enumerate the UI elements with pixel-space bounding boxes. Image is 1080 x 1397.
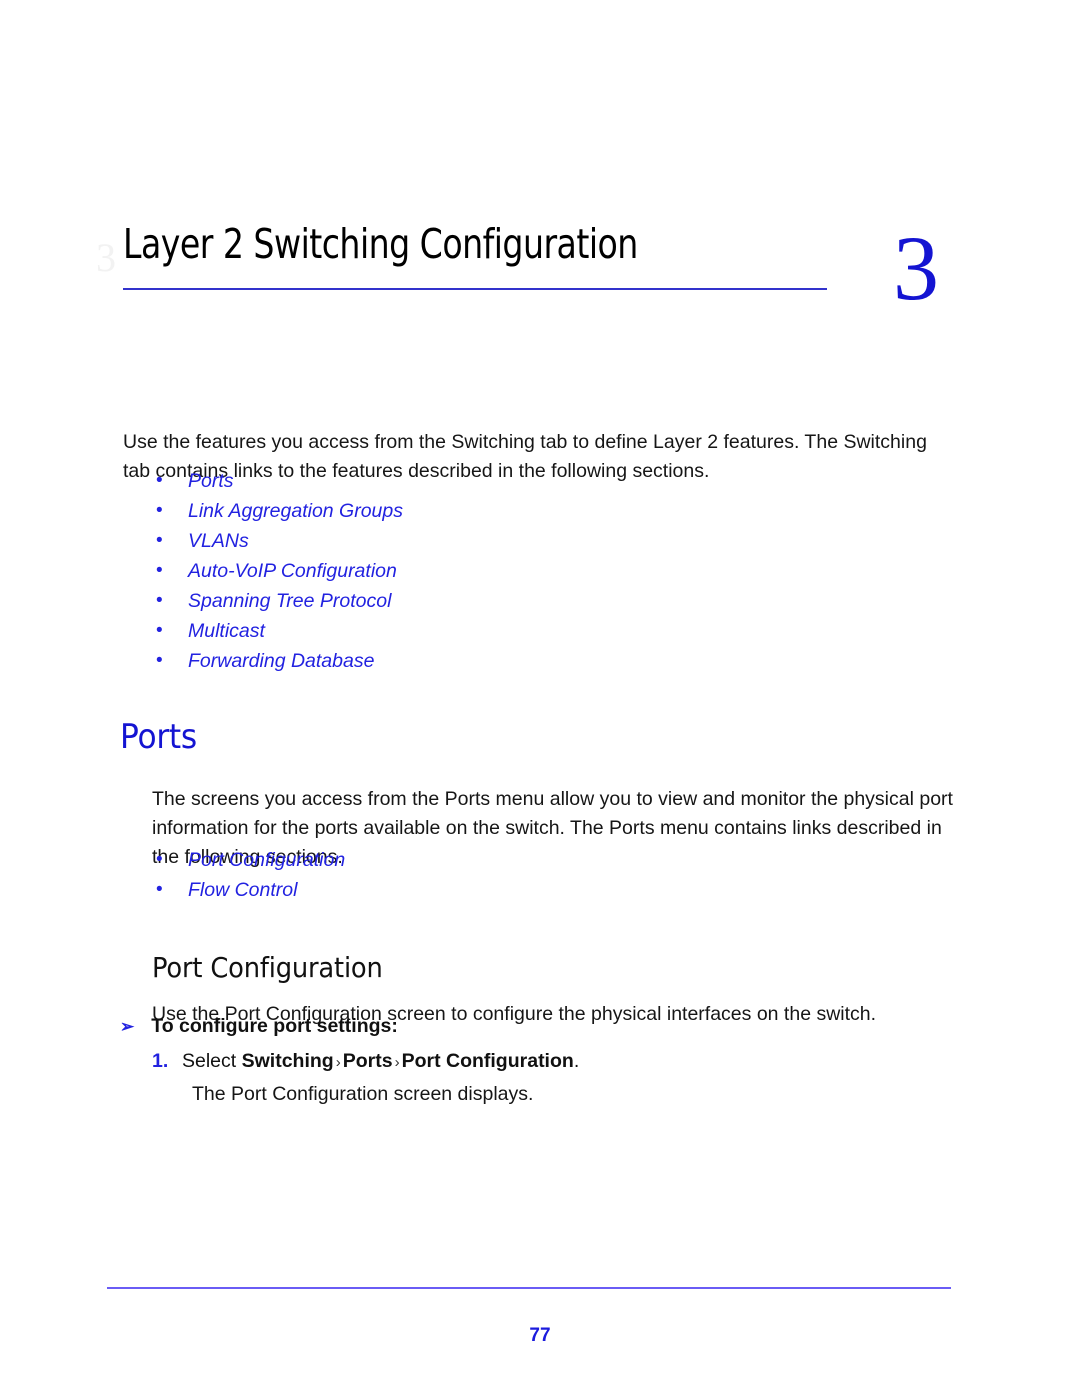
link-label[interactable]: Ports xyxy=(188,470,234,492)
arrow-right-icon: ➢ xyxy=(120,1017,135,1036)
chapter-watermark: 3 xyxy=(96,235,116,280)
chapter-title-rule xyxy=(123,288,827,290)
link-label[interactable]: Port Configuration xyxy=(188,849,345,871)
link-label[interactable]: Link Aggregation Groups xyxy=(188,500,403,522)
link-label[interactable]: Forwarding Database xyxy=(188,650,374,672)
chapter-number: 3 xyxy=(893,217,939,319)
list-item[interactable]: • VLANs xyxy=(152,526,403,556)
link-label[interactable]: Auto-VoIP Configuration xyxy=(188,560,397,582)
bullet-icon: • xyxy=(156,470,163,491)
page-number: 77 xyxy=(529,1325,551,1346)
crumb-separator-icon: › xyxy=(394,1054,400,1071)
procedure-heading: ➢ To configure port settings: xyxy=(120,1015,398,1038)
list-item[interactable]: • Flow Control xyxy=(152,875,345,905)
step-suffix: . xyxy=(573,1050,580,1072)
link-label[interactable]: Spanning Tree Protocol xyxy=(188,590,391,612)
list-item[interactable]: • Link Aggregation Groups xyxy=(152,496,403,526)
bullet-icon: • xyxy=(156,560,163,581)
list-item[interactable]: • Port Configuration xyxy=(152,845,345,875)
bullet-icon: • xyxy=(156,500,163,521)
bullet-icon: • xyxy=(156,530,163,551)
switching-link-list: • Ports • Link Aggregation Groups • VLAN… xyxy=(152,466,403,676)
section-heading-port-configuration: Port Configuration xyxy=(152,951,383,985)
link-label[interactable]: VLANs xyxy=(188,530,249,552)
list-item[interactable]: • Auto-VoIP Configuration xyxy=(152,556,403,586)
bullet-icon: • xyxy=(156,849,163,870)
section-heading-ports: Ports xyxy=(120,716,197,757)
menu-crumb-switching: Switching xyxy=(241,1050,334,1072)
bullet-icon: • xyxy=(156,879,163,900)
ports-link-list: • Port Configuration • Flow Control xyxy=(152,845,345,905)
link-label[interactable]: Multicast xyxy=(188,620,265,642)
step-prefix: Select xyxy=(182,1050,242,1072)
bullet-icon: • xyxy=(156,650,163,671)
step-number: 1. xyxy=(152,1050,169,1072)
procedure-step-1: 1. Select Switching › Ports › Port Configurat… xyxy=(152,1050,579,1073)
procedure-step-result: The Port Configuration screen displays. xyxy=(192,1083,534,1105)
procedure-heading-label: To configure port settings: xyxy=(151,1015,398,1037)
bullet-icon: • xyxy=(156,620,163,641)
menu-crumb-ports: Ports xyxy=(342,1050,393,1072)
list-item[interactable]: • Ports xyxy=(152,466,403,496)
document-page: 3 Layer 2 Switching Configuration 3 Use … xyxy=(0,0,1080,1397)
list-item[interactable]: • Multicast xyxy=(152,616,403,646)
chapter-title: Layer 2 Switching Configuration xyxy=(123,220,638,268)
link-label[interactable]: Flow Control xyxy=(188,879,297,901)
list-item[interactable]: • Forwarding Database xyxy=(152,646,403,676)
list-item[interactable]: • Spanning Tree Protocol xyxy=(152,586,403,616)
menu-crumb-port-configuration: Port Configuration xyxy=(401,1050,574,1072)
footer-rule xyxy=(107,1287,951,1289)
crumb-separator-icon: › xyxy=(335,1054,341,1071)
bullet-icon: • xyxy=(156,590,163,611)
